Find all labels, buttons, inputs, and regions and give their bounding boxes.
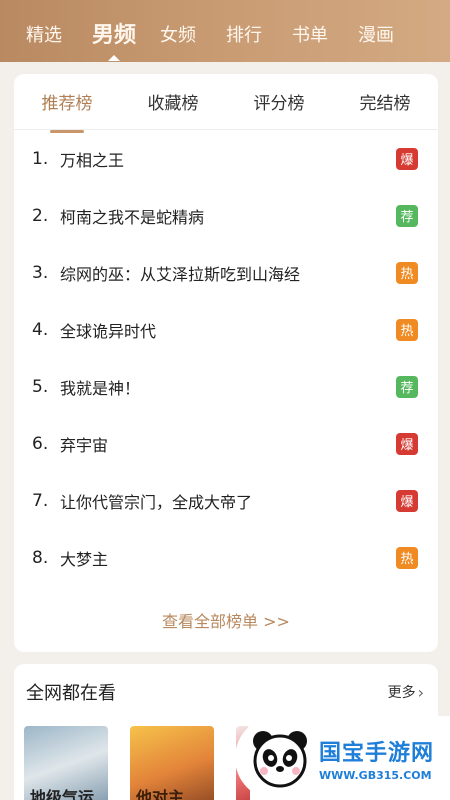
rank-number: 6.	[32, 433, 49, 454]
watermark-name: 国宝手游网	[319, 740, 435, 766]
watermark-text: 国宝手游网 WWW.GB315.COM	[319, 735, 434, 782]
tab-favorites[interactable]: 收藏榜	[120, 89, 226, 114]
hot-section-header: 全网都在看 更多 ›	[14, 664, 438, 720]
status-badge: 热	[396, 318, 418, 341]
book-title: 大梦主	[60, 549, 109, 569]
book-title: 弃宇宙	[60, 435, 109, 455]
section-title: 全网都在看	[26, 683, 116, 704]
tab-recommend[interactable]: 推荐榜	[14, 89, 120, 133]
nav-item-paihang[interactable]: 排行	[226, 24, 262, 48]
book-title: 柯南之我不是蛇精病	[60, 207, 205, 227]
rank-row[interactable]: 3. 综网的巫：从艾泽拉斯吃到山海经 热	[14, 244, 438, 301]
rank-row[interactable]: 6. 弃宇宙 爆	[14, 415, 438, 472]
rank-row[interactable]: 5. 我就是神！ 荐	[14, 358, 438, 415]
rank-number: 2.	[32, 205, 49, 226]
more-label: 更多	[387, 685, 416, 701]
rank-number: 4.	[32, 319, 49, 340]
nav-item-jingxuan[interactable]: 精选	[26, 24, 62, 48]
status-badge: 热	[396, 546, 418, 569]
status-badge: 荐	[396, 375, 418, 398]
status-badge: 热	[396, 261, 418, 284]
rank-number: 7.	[32, 490, 49, 511]
nav-item-manhua[interactable]: 漫画	[358, 24, 394, 48]
more-button[interactable]: 更多 ›	[388, 682, 424, 702]
rank-card: 推荐榜 收藏榜 评分榜 完结榜 1. 万相之王 爆 2. 柯南之我不是蛇精病 荐…	[14, 74, 438, 652]
rank-tabs: 推荐榜 收藏榜 评分榜 完结榜	[14, 74, 438, 133]
book-title: 万相之王	[60, 150, 125, 170]
rank-row[interactable]: 1. 万相之王 爆	[14, 130, 438, 187]
rank-row[interactable]: 7. 让你代管宗门，全成大帝了 爆	[14, 472, 438, 529]
book-cover[interactable]: 他对主	[130, 726, 214, 800]
status-badge: 爆	[396, 489, 418, 512]
nav-item-shudan[interactable]: 书单	[292, 24, 328, 48]
book-title: 全球诡异时代	[60, 321, 157, 341]
nav-item-nanpin[interactable]: 男频	[92, 24, 136, 61]
chevron-right-icon: ›	[417, 682, 424, 702]
rank-row[interactable]: 4. 全球诡异时代 热	[14, 301, 438, 358]
rank-number: 3.	[32, 262, 49, 283]
tab-rating[interactable]: 评分榜	[226, 89, 332, 114]
rank-row[interactable]: 2. 柯南之我不是蛇精病 荐	[14, 187, 438, 244]
view-all-rankings-link[interactable]: 查看全部榜单 >>	[14, 608, 438, 632]
status-badge: 爆	[396, 432, 418, 455]
nav-item-nvpin[interactable]: 女频	[160, 24, 196, 48]
watermark-url: WWW.GB315.COM	[319, 768, 432, 782]
tab-completed[interactable]: 完结榜	[332, 89, 438, 114]
top-nav: 精选 男频 女频 排行 书单 漫画	[0, 0, 450, 62]
panda-logo-icon	[253, 731, 307, 788]
rank-number: 8.	[32, 547, 49, 568]
site-watermark: 国宝手游网 WWW.GB315.COM	[235, 716, 450, 800]
rank-number: 5.	[32, 376, 49, 397]
book-title: 我就是神！	[60, 378, 141, 398]
rank-number: 1.	[32, 148, 49, 169]
book-cover[interactable]: 地级气运	[24, 726, 108, 800]
rank-list: 1. 万相之王 爆 2. 柯南之我不是蛇精病 荐 3. 综网的巫：从艾泽拉斯吃到…	[14, 130, 438, 586]
status-badge: 荐	[396, 204, 418, 227]
status-badge: 爆	[396, 147, 418, 170]
cover-title-art: 他对主	[136, 788, 185, 800]
rank-row[interactable]: 8. 大梦主 热	[14, 529, 438, 586]
cover-title-art: 地级气运	[30, 788, 95, 800]
book-title: 让你代管宗门，全成大帝了	[60, 492, 253, 512]
book-title: 综网的巫：从艾泽拉斯吃到山海经	[60, 264, 301, 284]
